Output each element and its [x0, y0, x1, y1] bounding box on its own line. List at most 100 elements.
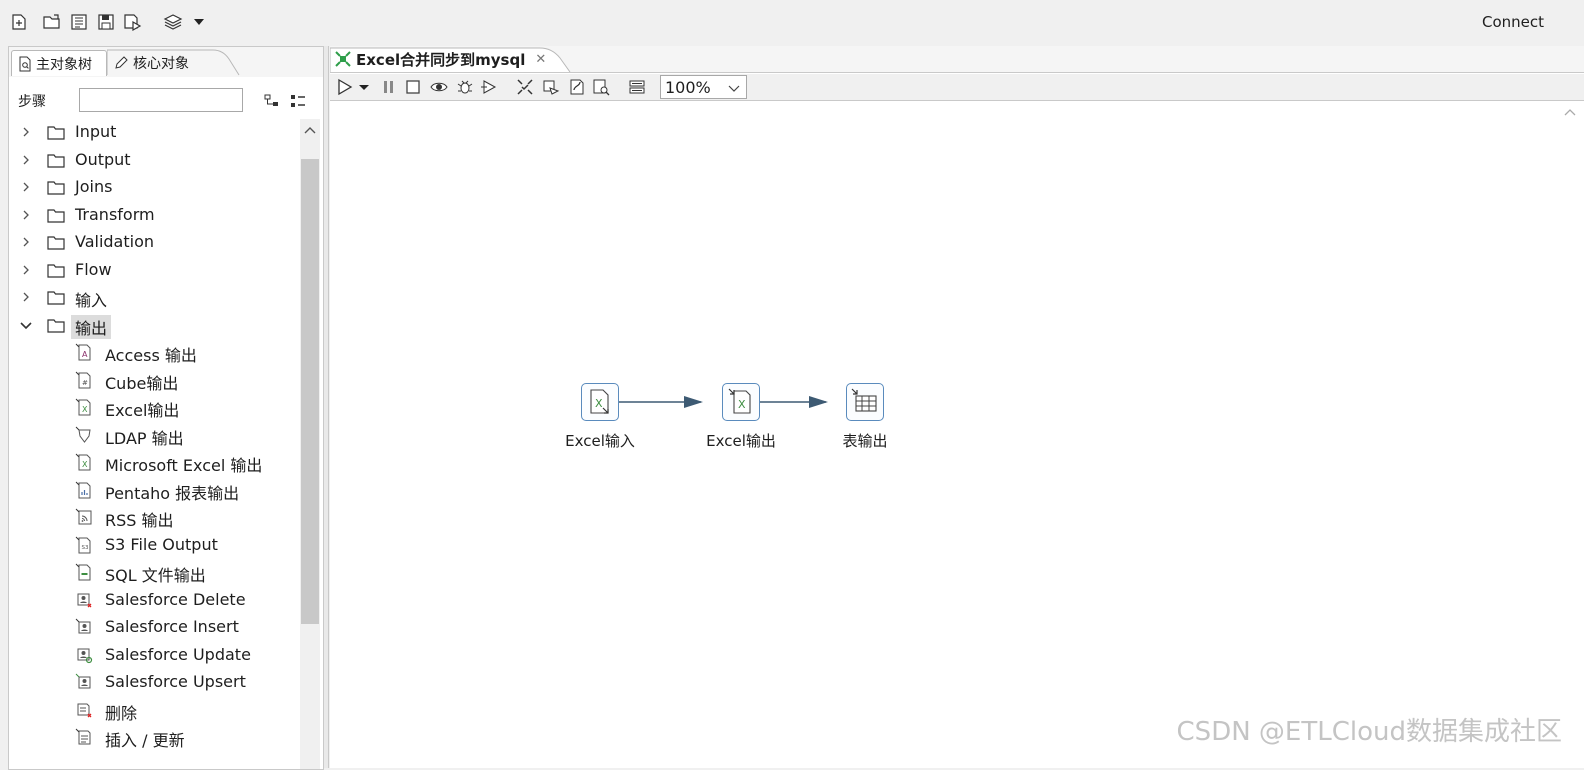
tree-folder-input[interactable]: Input	[9, 119, 299, 146]
tree-item-salesforce-delete[interactable]: Salesforce Delete	[9, 587, 299, 614]
editor-tab-title: Excel合并同步到mysql	[356, 50, 526, 69]
chevron-right-icon[interactable]	[19, 235, 33, 249]
pause-icon[interactable]	[380, 78, 398, 96]
tree-folder-output[interactable]: Output	[9, 147, 299, 174]
chevron-right-icon[interactable]	[19, 290, 33, 304]
tree-item-label: Salesforce Upsert	[105, 672, 246, 691]
tree-item-label: S3 File Output	[105, 534, 218, 554]
chevron-right-icon[interactable]	[19, 125, 33, 139]
explore-db-icon[interactable]	[592, 78, 610, 96]
transformation-icon	[334, 50, 352, 68]
step-label: 表输出	[842, 432, 888, 450]
tree-folder-input-cn[interactable]: 输入	[9, 284, 299, 311]
salesforce-insert-icon	[75, 618, 91, 634]
salesforce-delete-icon	[77, 593, 92, 607]
panel-splitter[interactable]	[323, 46, 329, 768]
debug-icon[interactable]	[456, 78, 474, 96]
run-icon[interactable]	[336, 78, 354, 96]
hops-layer	[619, 396, 828, 408]
tree-folder-transform[interactable]: Transform	[9, 202, 299, 229]
tree-item-insert-update[interactable]: 插入 / 更新	[9, 724, 299, 751]
svg-text:X: X	[738, 398, 746, 411]
editor-tab-transformation[interactable]: Excel合并同步到mysql ✕	[330, 46, 546, 72]
pencil-icon	[113, 55, 129, 71]
scrollbar-thumb[interactable]	[301, 159, 319, 624]
tree-item-salesforce-update[interactable]: Salesforce Update	[9, 642, 299, 669]
dropdown-arrow-icon[interactable]	[188, 11, 210, 33]
tab-core-objects[interactable]: 核心对象	[107, 50, 235, 76]
tree-item-salesforce-insert[interactable]: Salesforce Insert	[9, 614, 299, 641]
tree-item-delete[interactable]: 删除	[9, 697, 299, 724]
verify-icon[interactable]	[516, 78, 534, 96]
hop-excel-output-to-table-output[interactable]	[760, 396, 828, 408]
save-as-icon[interactable]	[122, 11, 144, 33]
salesforce-upsert-icon	[75, 673, 91, 689]
tree-folder-label: Transform	[75, 204, 155, 224]
results-icon[interactable]	[628, 78, 646, 96]
tree-item-label: Salesforce Delete	[105, 589, 246, 609]
tree-item-cube-output[interactable]: # Cube输出	[9, 367, 299, 394]
chevron-right-icon[interactable]	[19, 208, 33, 222]
chevron-right-icon[interactable]	[19, 263, 33, 277]
folder-icon	[47, 181, 65, 195]
tree-item-rss-output[interactable]: RSS 输出	[9, 504, 299, 531]
tree-folder-output-cn[interactable]: 输出	[9, 312, 299, 339]
run-options-dropdown-icon[interactable]	[358, 78, 370, 96]
folder-icon	[47, 236, 65, 250]
collapse-all-icon[interactable]	[289, 93, 307, 109]
tree-folder-flow[interactable]: Flow	[9, 257, 299, 284]
left-panel: 主对象树 核心对象 步骤 Input Output Joins Transfor…	[8, 46, 324, 770]
tree-folder-validation[interactable]: Validation	[9, 229, 299, 256]
chevron-right-icon[interactable]	[19, 153, 33, 167]
tree-folder-joins[interactable]: Joins	[9, 174, 299, 201]
tab-main-object-tree[interactable]: 主对象树	[11, 50, 107, 76]
expand-all-icon[interactable]	[263, 93, 281, 109]
sql-icon[interactable]	[568, 78, 586, 96]
explore-repository-icon[interactable]	[68, 11, 90, 33]
tree-item-pentaho-report-output[interactable]: Pentaho 报表输出	[9, 477, 299, 504]
new-file-icon[interactable]	[8, 11, 30, 33]
tree-item-s3-file-output[interactable]: S3 S3 File Output	[9, 532, 299, 559]
svg-text:A: A	[82, 350, 88, 359]
tab-label: 核心对象	[133, 56, 189, 72]
tree-item-label: Excel输出	[105, 401, 180, 420]
svg-text:S3: S3	[82, 545, 89, 551]
step-excel-output[interactable]: X	[722, 383, 760, 421]
tree-folder-label: Input	[75, 122, 117, 141]
steps-label: 步骤	[18, 94, 46, 110]
chevron-down-icon	[728, 85, 740, 92]
tree-scrollbar[interactable]	[300, 119, 320, 769]
zoom-select[interactable]: 100%	[660, 75, 747, 99]
svg-text:#: #	[82, 379, 88, 387]
tree-item-sql-file-output[interactable]: SQL 文件输出	[9, 559, 299, 586]
delete-icon	[77, 703, 92, 717]
impact-icon[interactable]	[542, 78, 560, 96]
tree-item-ms-excel-output[interactable]: X Microsoft Excel 输出	[9, 449, 299, 476]
hop-excel-input-to-excel-output[interactable]	[619, 396, 703, 408]
open-file-icon[interactable]	[41, 11, 63, 33]
chevron-down-icon[interactable]	[19, 318, 33, 332]
ldap-output-icon	[75, 426, 91, 443]
transformation-canvas[interactable]: X Excel输入 X Excel输出 表输出	[330, 101, 1584, 768]
connect-button[interactable]: Connect	[1482, 13, 1544, 31]
save-icon[interactable]	[95, 11, 117, 33]
tree-item-label: Access 输出	[105, 346, 197, 365]
tree-item-excel-output[interactable]: X Excel输出	[9, 394, 299, 421]
tree-item-access-output[interactable]: A Access 输出	[9, 339, 299, 366]
tree-item-label: 插入 / 更新	[105, 731, 185, 750]
stop-icon[interactable]	[404, 78, 422, 96]
replay-icon[interactable]	[480, 78, 498, 96]
chevron-right-icon[interactable]	[19, 180, 33, 194]
steps-search-input[interactable]	[79, 88, 243, 112]
preview-icon[interactable]	[430, 78, 448, 96]
close-tab-icon[interactable]: ✕	[535, 52, 546, 67]
layers-icon[interactable]	[162, 11, 184, 33]
scroll-up-icon[interactable]	[304, 125, 316, 135]
insert-update-icon	[75, 728, 91, 745]
step-table-output[interactable]	[846, 383, 884, 421]
step-excel-input[interactable]: X	[581, 383, 619, 421]
tree-item-salesforce-upsert[interactable]: Salesforce Upsert	[9, 669, 299, 696]
svg-text:X: X	[82, 405, 88, 414]
tree-item-ldap-output[interactable]: LDAP 输出	[9, 422, 299, 449]
access-output-icon: A	[75, 343, 91, 361]
